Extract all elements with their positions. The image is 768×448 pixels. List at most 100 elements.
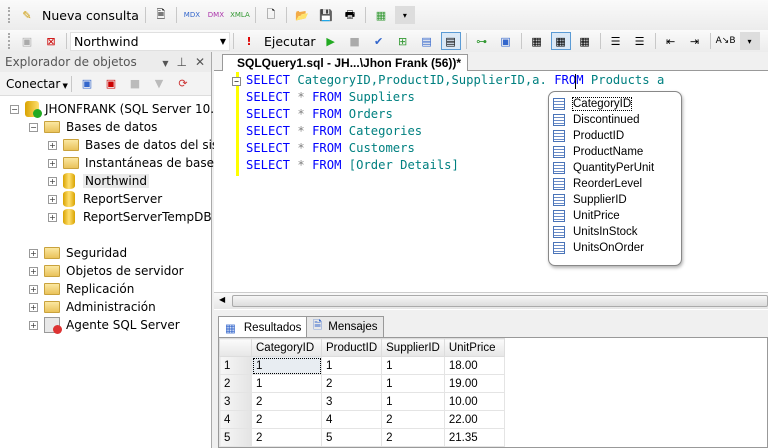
cell[interactable]: 3 — [320, 392, 383, 411]
tree-node-system-databases[interactable]: + Bases de datos del siste — [48, 136, 230, 154]
stop-icon[interactable]: ■ — [125, 75, 145, 93]
completion-item[interactable]: ReorderLevel — [553, 176, 677, 192]
execute-icon[interactable]: ! — [239, 32, 259, 50]
completion-item[interactable]: CategoryID — [553, 96, 677, 112]
code-area[interactable]: − SELECT CategoryID,ProductID,SupplierID… — [214, 72, 768, 291]
cell[interactable]: 19.00 — [443, 374, 505, 393]
cell[interactable]: 1 — [381, 374, 445, 393]
new-file-icon[interactable]: 🗋 — [261, 6, 281, 24]
completion-item[interactable]: SupplierID — [553, 192, 677, 208]
column-header[interactable]: UnitPrice — [443, 338, 505, 357]
estimated-plan-icon[interactable]: ▤ — [417, 32, 437, 50]
expand-icon[interactable]: + — [29, 320, 38, 330]
cell[interactable]: 2 — [381, 410, 445, 429]
expand-icon[interactable]: + — [48, 158, 57, 168]
pin-icon[interactable]: ⊥ — [176, 55, 186, 69]
intellisense-list[interactable]: CategoryID Discontinued ProductID Produc… — [548, 91, 682, 266]
activity-monitor-icon[interactable]: ▦ — [371, 6, 391, 24]
comment-icon[interactable]: ☰ — [606, 32, 626, 50]
column-header[interactable]: CategoryID — [251, 338, 322, 357]
collapse-icon[interactable]: − — [29, 122, 38, 132]
cell[interactable]: 10.00 — [443, 392, 505, 411]
column-header[interactable]: ProductID — [320, 338, 383, 357]
cell[interactable]: 2 — [381, 428, 445, 447]
results-file-icon[interactable]: ▦ — [575, 32, 595, 50]
cell[interactable]: 1 — [320, 356, 383, 375]
fold-collapse-icon[interactable]: − — [232, 77, 241, 86]
execute-button[interactable]: Ejecutar — [264, 34, 316, 49]
expand-icon[interactable]: + — [48, 194, 57, 204]
tab-messages[interactable]: 🗎 Mensajes — [306, 316, 385, 337]
tab-sqlquery1[interactable]: SQLQuery1.sql - JH...\Jhon Frank (56))* — [222, 54, 469, 71]
toolbar-overflow-icon[interactable]: ▾ — [739, 32, 760, 50]
cell[interactable]: 1 — [251, 374, 322, 393]
toolbar-grip[interactable] — [8, 33, 11, 49]
expand-icon[interactable]: + — [48, 212, 57, 222]
debug-play-icon[interactable]: ▶ — [321, 32, 341, 50]
row-number[interactable]: 1 — [219, 356, 252, 375]
parse-check-icon[interactable]: ✔ — [369, 32, 389, 50]
save-icon[interactable]: 💾 — [316, 6, 336, 24]
xmla-query-icon[interactable]: XMLA — [230, 6, 250, 24]
cell[interactable]: 2 — [320, 374, 383, 393]
expand-icon[interactable]: + — [29, 284, 38, 294]
collapse-icon[interactable]: − — [10, 104, 19, 114]
cell[interactable]: 2 — [251, 392, 322, 411]
print-icon[interactable]: 🖶 — [340, 6, 360, 24]
expand-icon[interactable]: + — [48, 176, 57, 186]
row-number[interactable]: 2 — [219, 374, 252, 393]
cell[interactable]: 1 — [381, 356, 445, 375]
disconnect-server-icon[interactable]: ▣ — [101, 75, 121, 93]
toolbar-grip[interactable] — [8, 7, 11, 23]
completion-item[interactable]: QuantityPerUnit — [553, 160, 677, 176]
results-grid-icon[interactable]: ▦ — [550, 32, 571, 50]
row-number[interactable]: 5 — [219, 428, 252, 447]
results-text-icon[interactable]: ▦ — [527, 32, 547, 50]
close-icon[interactable]: ✕ — [195, 55, 205, 69]
column-header[interactable]: SupplierID — [381, 338, 445, 357]
tree-node-northwind[interactable]: + Northwind — [48, 172, 149, 190]
results-grid[interactable]: CategoryID ProductID SupplierID UnitPrice 1… — [218, 337, 768, 448]
new-query-icon[interactable]: ✎ — [17, 6, 37, 24]
query-designer-icon[interactable]: ⊞ — [393, 32, 413, 50]
scrollbar-thumb[interactable] — [232, 295, 768, 307]
cell[interactable]: 4 — [320, 410, 383, 429]
database-select[interactable]: Northwind ▼ — [70, 31, 230, 51]
uncomment-icon[interactable]: ☰ — [630, 32, 650, 50]
tree-node-reportserver[interactable]: + ReportServer — [48, 190, 162, 208]
toolbar-overflow-icon[interactable]: ▾ — [394, 6, 415, 24]
include-actual-plan-icon[interactable]: ⊶ — [472, 32, 492, 50]
tree-node-reportservertempdb[interactable]: + ReportServerTempDB — [48, 208, 212, 226]
cell[interactable]: 21.35 — [443, 428, 505, 447]
increase-indent-icon[interactable]: ⇥ — [685, 32, 705, 50]
tree-node-replication[interactable]: + Replicación — [29, 280, 134, 298]
decrease-indent-icon[interactable]: ⇤ — [661, 32, 681, 50]
expand-icon[interactable]: + — [29, 266, 38, 276]
specify-template-values-icon[interactable]: A↘B — [716, 32, 736, 50]
cell[interactable]: 5 — [320, 428, 383, 447]
completion-item[interactable]: Discontinued — [553, 112, 677, 128]
tree-node-security[interactable]: + Seguridad — [29, 244, 127, 262]
client-statistics-icon[interactable]: ▣ — [496, 32, 516, 50]
horizontal-scrollbar[interactable]: ◀ — [214, 292, 768, 309]
expand-icon[interactable]: + — [29, 248, 38, 258]
completion-item[interactable]: ProductID — [553, 128, 677, 144]
refresh-icon[interactable]: ⟳ — [173, 75, 193, 93]
row-header-corner[interactable] — [219, 338, 252, 357]
connect-button[interactable]: Conectar ▼ — [6, 77, 68, 91]
cell[interactable]: 1 — [381, 392, 445, 411]
tree-node-snapshots[interactable]: + Instantáneas de bases d — [48, 154, 232, 172]
tree-node-databases[interactable]: − Bases de datos — [29, 118, 157, 136]
cell[interactable]: 18.00 — [443, 356, 505, 375]
dropdown-icon[interactable]: ▼ — [162, 59, 168, 68]
connect-icon[interactable]: ▣ — [17, 32, 37, 50]
completion-item[interactable]: UnitsInStock — [553, 224, 677, 240]
cell[interactable]: 2 — [251, 410, 322, 429]
expand-icon[interactable]: + — [29, 302, 38, 312]
expand-icon[interactable]: + — [48, 140, 57, 150]
disconnect-icon[interactable]: ⊠ — [41, 32, 61, 50]
tree-node-server[interactable]: − JHONFRANK (SQL Server 10.0.1 — [10, 100, 233, 118]
db-engine-query-icon[interactable]: 🗎 — [151, 6, 171, 24]
mdx-query-icon[interactable]: MDX — [182, 6, 202, 24]
tree-node-server-objects[interactable]: + Objetos de servidor — [29, 262, 184, 280]
